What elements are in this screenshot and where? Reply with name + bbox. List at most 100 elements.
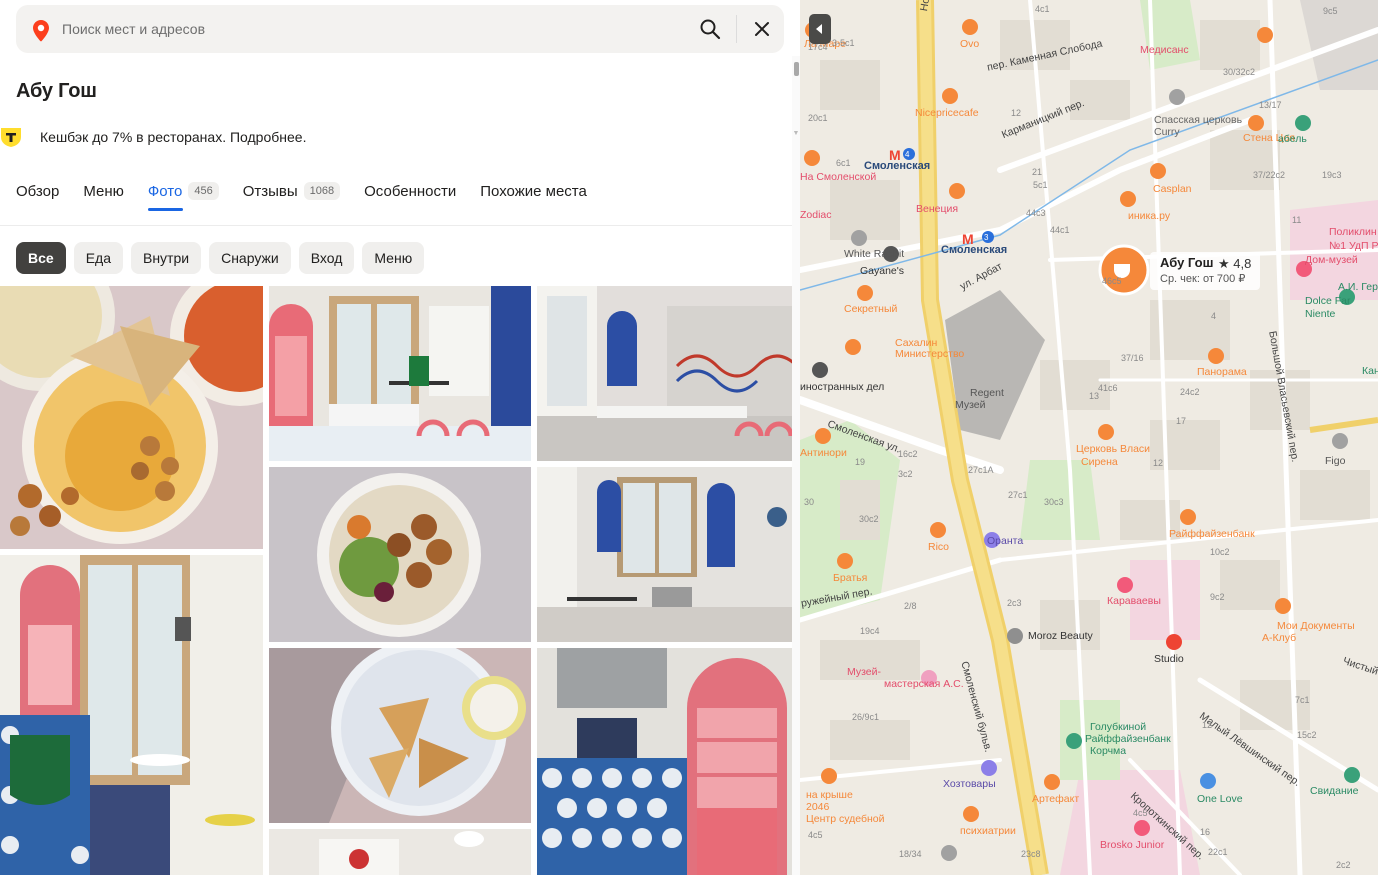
collapse-panel-button[interactable] <box>809 14 831 44</box>
search-icon[interactable] <box>698 17 722 41</box>
selected-place-name[interactable]: Абу Гош <box>1160 255 1213 270</box>
map-place-label[interactable]: 2046 <box>806 801 829 813</box>
map-house-number: 12 <box>1011 108 1022 118</box>
map-place-label[interactable]: Министерство <box>895 348 964 360</box>
map-place-label[interactable]: Свидание <box>1310 785 1359 797</box>
metro-station-label[interactable]: Смоленская <box>864 160 930 172</box>
map-place-label[interactable]: Figo <box>1325 455 1345 467</box>
map-place-label[interactable]: Curry <box>1154 126 1180 138</box>
map-place-label[interactable]: Секретный <box>844 303 897 315</box>
map-place-label[interactable]: А-Клуб <box>1262 632 1296 644</box>
map-place-label[interactable]: Спасская церковь <box>1154 114 1242 126</box>
map-place-label[interactable]: Корчма <box>1090 745 1126 757</box>
photo-hummus-platter[interactable] <box>0 286 263 549</box>
tab-label: Фото <box>147 183 183 200</box>
map-place-label[interactable]: Хозтовары <box>943 778 996 790</box>
tab-label: Особенности <box>364 183 457 200</box>
map-place-label[interactable]: Rico <box>928 541 949 553</box>
tab-overview[interactable]: Обзор <box>16 183 59 213</box>
map-place-label[interactable]: Nicepricecafe <box>915 107 979 119</box>
tinkoff-shield-icon <box>1 128 21 147</box>
map-place-label[interactable]: Brosko Junior <box>1100 839 1164 851</box>
map-place-label[interactable]: На Смоленской <box>800 171 876 183</box>
map-place-label[interactable]: Райффайзенбанк <box>1169 528 1255 540</box>
map-place-label[interactable]: Райффайзенбанк <box>1085 733 1171 745</box>
photo-falafel-bowl[interactable] <box>269 467 531 642</box>
map-place-label[interactable]: Мои Документы <box>1277 620 1355 632</box>
tab-count: 1068 <box>303 182 341 200</box>
map-place-label[interactable]: Музей- <box>847 666 881 678</box>
close-icon[interactable] <box>750 17 774 41</box>
map-place-label[interactable]: Сирена <box>1081 456 1118 468</box>
map-place-label[interactable]: Оранта <box>987 535 1023 547</box>
tab-photos[interactable]: Фото 456 <box>147 182 219 213</box>
map-place-label[interactable]: Zodiac <box>800 209 832 221</box>
scrollbar-track[interactable] <box>792 56 800 875</box>
map-place-label[interactable]: Церковь Власи <box>1076 443 1150 455</box>
map-house-number: 24с2 <box>1180 387 1200 397</box>
map-place-label[interactable]: абель <box>1278 133 1307 145</box>
map-place-label[interactable]: Братья <box>833 572 867 584</box>
photo-pink-shelf-interior[interactable] <box>269 286 531 461</box>
map-place-label[interactable]: психиатрии <box>960 825 1016 837</box>
map-place-label[interactable]: Музей <box>955 399 986 411</box>
filter-menu[interactable]: Меню <box>362 242 425 274</box>
map-place-label[interactable]: White Rabbit <box>844 248 904 260</box>
map-place-label[interactable]: иностранных дел <box>800 381 884 393</box>
map-house-number: 4с1 <box>1035 4 1050 14</box>
map-place-label[interactable]: Studio <box>1154 653 1184 665</box>
filter-inside[interactable]: Внутри <box>130 242 202 274</box>
scrollbar-thumb[interactable] <box>794 62 799 76</box>
map-place-label[interactable]: Центр судебной <box>806 813 885 825</box>
search-input[interactable] <box>62 13 682 45</box>
tab-reviews[interactable]: Отзывы 1068 <box>243 182 341 213</box>
tab-similar-places[interactable]: Похожие места <box>480 183 587 213</box>
map-house-number: 30 <box>804 497 815 507</box>
photo-window-interior[interactable] <box>537 467 800 642</box>
map-place-label[interactable]: Ovo <box>960 38 979 50</box>
filter-all[interactable]: Все <box>16 242 66 274</box>
map-place-label[interactable]: Медисанс <box>1140 44 1189 56</box>
map-place-label[interactable]: мастерская А.С. <box>884 678 964 690</box>
photo-blue-wall-interior[interactable] <box>537 286 800 461</box>
map-house-number: 21 <box>1032 167 1043 177</box>
map-place-label[interactable]: Moroz Beauty <box>1028 630 1093 642</box>
scroll-down-arrow-icon[interactable]: ▼ <box>792 130 800 140</box>
map-house-number: 4с5 <box>1133 808 1148 818</box>
map-place-label[interactable]: №1 УдП РФ <box>1329 240 1378 252</box>
map-place-label[interactable]: Венеция <box>916 203 958 215</box>
map-place-label[interactable]: Дом-музей <box>1305 254 1358 266</box>
cashback-link[interactable]: Кешбэк до 7% в ресторанах. Подробнее. <box>40 129 306 145</box>
map-place-label[interactable]: Антинори <box>800 447 847 459</box>
map-place-label[interactable]: Поликлин <box>1329 226 1377 238</box>
map-place-label[interactable]: на крыше <box>806 789 853 801</box>
map-place-label[interactable]: Niente <box>1305 308 1335 320</box>
map-place-label[interactable]: иника.ру <box>1128 210 1170 222</box>
map-place-label[interactable]: One Love <box>1197 793 1243 805</box>
filter-food[interactable]: Еда <box>73 242 123 274</box>
metro-station-label[interactable]: Смоленская <box>941 244 1007 256</box>
filter-entrance[interactable]: Вход <box>298 242 355 274</box>
map-view[interactable]: М М Ла Маре Ovo Медисанс Nicepricecafe Спасс… <box>800 0 1378 875</box>
map-place-label[interactable]: Gayane's <box>860 265 904 277</box>
map-house-number: 16 <box>1200 827 1211 837</box>
map-house-number: 9с2 <box>1210 592 1225 602</box>
photo-brick-wall-poster[interactable] <box>269 829 531 875</box>
map-place-label[interactable]: Кантинетта <box>1362 365 1378 377</box>
photo-samosa-plate[interactable] <box>269 648 531 823</box>
map-place-label[interactable]: Dolce Far <box>1305 295 1351 307</box>
filter-outside[interactable]: Снаружи <box>209 242 291 274</box>
map-place-label[interactable]: А.И. Герцена <box>1338 281 1378 293</box>
map-place-label[interactable]: Артефакт <box>1032 793 1079 805</box>
photo-kitchen-shelf[interactable] <box>537 648 800 875</box>
tab-features[interactable]: Особенности <box>364 183 456 213</box>
tab-menu[interactable]: Меню <box>83 183 124 213</box>
map-place-label[interactable]: Голубкиной <box>1090 721 1146 733</box>
map-place-label[interactable]: Regent <box>970 387 1004 399</box>
map-house-number: 23с8 <box>1021 849 1041 859</box>
search-bar[interactable] <box>16 5 784 53</box>
map-place-label[interactable]: Casplan <box>1153 183 1192 195</box>
map-place-label[interactable]: Панорама <box>1197 366 1247 378</box>
photo-fountain-corner[interactable] <box>0 555 263 875</box>
map-place-label[interactable]: Караваевы <box>1107 595 1161 607</box>
